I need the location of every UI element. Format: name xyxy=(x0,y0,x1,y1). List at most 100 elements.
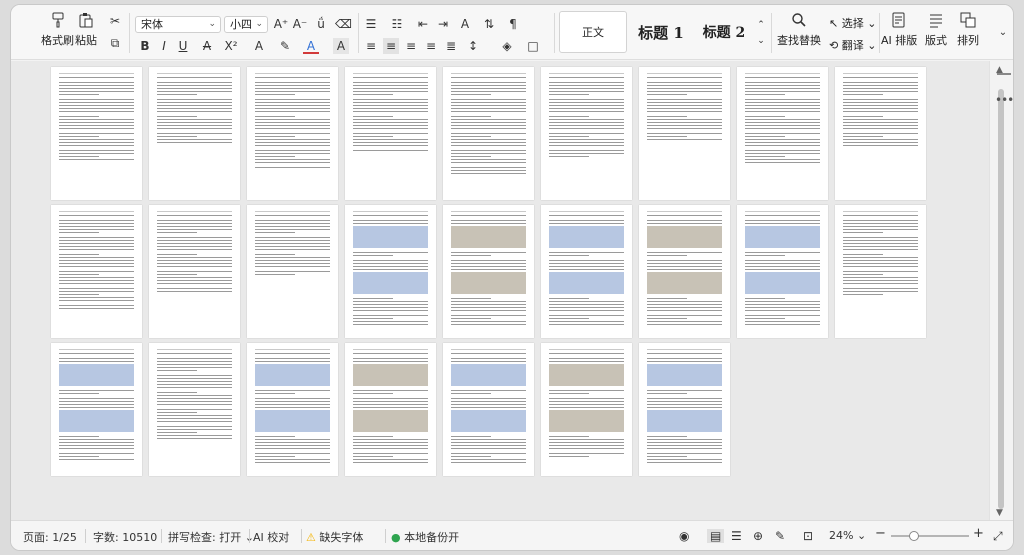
style-normal[interactable]: 正文 xyxy=(559,11,627,53)
border-icon[interactable]: □ xyxy=(525,38,541,54)
page-image xyxy=(255,364,330,386)
fit-page-icon[interactable]: ⊡ xyxy=(803,529,813,543)
page-thumbnail[interactable] xyxy=(345,343,436,476)
page-thumbnail[interactable] xyxy=(247,205,338,338)
style-scroll-down-icon[interactable]: ⌄ xyxy=(753,33,769,49)
spell-check-toggle[interactable]: 拼写检查: 打开 ⌄ xyxy=(168,529,254,545)
scroll-down-icon[interactable]: ▼ xyxy=(996,508,1003,518)
page-thumbnail[interactable] xyxy=(737,205,828,338)
increase-indent-icon[interactable]: ⇥ xyxy=(435,16,451,32)
copy-icon[interactable]: ⧉ xyxy=(107,35,123,51)
ai-layout-button[interactable]: AI 排版 xyxy=(881,11,917,48)
ribbon-more-icon[interactable]: ⌄ xyxy=(995,25,1011,41)
page-thumbnail[interactable] xyxy=(835,205,926,338)
ai-layout-icon xyxy=(890,11,908,29)
paste-button[interactable]: 粘贴 xyxy=(75,11,97,48)
zoom-level[interactable]: 24% ⌄ xyxy=(829,529,866,542)
style-heading-2[interactable]: 标题 2 xyxy=(695,11,753,53)
zoom-in-icon[interactable]: + xyxy=(973,526,984,541)
vertical-scrollbar[interactable]: ▲ ▼ xyxy=(989,61,1013,522)
sort-icon[interactable]: ⇅ xyxy=(481,16,497,32)
minimize-panel-icon[interactable] xyxy=(997,73,1011,75)
page-thumbnail[interactable] xyxy=(51,205,142,338)
scrollbar-thumb[interactable] xyxy=(998,89,1004,509)
font-color-icon[interactable]: A xyxy=(303,38,319,54)
shrink-font-icon[interactable]: A⁻ xyxy=(292,16,308,32)
page-thumbnail[interactable] xyxy=(639,205,730,338)
cut-icon[interactable]: ✂ xyxy=(107,13,123,29)
style-scroll-up-icon[interactable]: ⌃ xyxy=(753,17,769,33)
page-thumbnail[interactable] xyxy=(639,67,730,200)
page-indicator[interactable]: 页面: 1/25 xyxy=(23,529,77,545)
arrange-button[interactable]: 排列 xyxy=(957,11,979,48)
zoom-slider[interactable] xyxy=(891,531,969,541)
numbered-list-icon[interactable]: ☷ xyxy=(389,16,405,32)
align-right-icon[interactable]: ≡ xyxy=(403,38,419,54)
layout-label: 版式 xyxy=(925,34,947,47)
page-thumbnail[interactable] xyxy=(51,67,142,200)
align-center-icon[interactable]: ≡ xyxy=(383,38,399,54)
zoom-out-icon[interactable]: − xyxy=(875,526,886,541)
page-thumbnail[interactable] xyxy=(247,343,338,476)
underline-icon[interactable]: U xyxy=(175,38,191,54)
fullscreen-icon[interactable]: ⤢ xyxy=(993,529,1003,544)
clear-format-icon[interactable]: ⌫ xyxy=(335,16,352,32)
page-image xyxy=(745,226,820,248)
outline-view-icon[interactable]: ☰ xyxy=(731,529,742,543)
strikethrough-icon[interactable]: A xyxy=(199,38,215,54)
write-view-icon[interactable]: ✎ xyxy=(775,529,785,543)
page-thumbnail[interactable] xyxy=(345,67,436,200)
text-direction-icon[interactable]: A xyxy=(457,16,473,32)
page-thumbnail[interactable] xyxy=(737,67,828,200)
distributed-icon[interactable]: ≣ xyxy=(443,38,459,54)
web-view-icon[interactable]: ⊕ xyxy=(753,529,763,543)
page-thumbnail[interactable] xyxy=(639,343,730,476)
highlight-icon[interactable]: ✎ xyxy=(277,38,293,54)
text-effect-icon[interactable]: A xyxy=(251,38,267,54)
page-thumbnail[interactable] xyxy=(541,343,632,476)
decrease-indent-icon[interactable]: ⇤ xyxy=(415,16,431,32)
page-thumbnail[interactable] xyxy=(149,343,240,476)
bold-icon[interactable]: B xyxy=(137,38,153,54)
page-view-icon[interactable]: ▤ xyxy=(707,529,725,543)
page-thumbnail[interactable] xyxy=(51,343,142,476)
page-thumbnail[interactable] xyxy=(149,205,240,338)
ai-proof-button[interactable]: AI 校对 xyxy=(253,529,289,545)
eye-protection-icon[interactable]: ◉ xyxy=(679,529,689,543)
show-marks-icon[interactable]: ¶ xyxy=(505,16,521,32)
line-spacing-icon[interactable]: ↕ xyxy=(465,38,481,54)
local-backup-button[interactable]: ● 本地备份开 xyxy=(391,529,459,545)
page-thumbnail[interactable] xyxy=(443,343,534,476)
font-name-select[interactable]: 宋体 ⌄ xyxy=(135,16,221,33)
justify-icon[interactable]: ≡ xyxy=(423,38,439,54)
layout-button[interactable]: 版式 xyxy=(925,11,947,48)
find-replace-button[interactable]: 查找替换 xyxy=(777,11,821,48)
style-heading-1[interactable]: 标题 1 xyxy=(628,11,694,53)
superscript-icon[interactable]: X² xyxy=(223,38,239,54)
missing-fonts-button[interactable]: ⚠ 缺失字体 xyxy=(306,529,363,545)
page-thumbnail[interactable] xyxy=(541,205,632,338)
page-thumbnail[interactable] xyxy=(443,205,534,338)
char-shading-icon[interactable]: A xyxy=(333,38,349,54)
page-thumbnail[interactable] xyxy=(247,67,338,200)
italic-icon[interactable]: I xyxy=(156,38,172,54)
document-canvas[interactable] xyxy=(11,61,991,522)
more-options-icon[interactable]: ••• xyxy=(995,93,1013,107)
zoom-slider-knob[interactable] xyxy=(909,531,919,541)
format-painter-button[interactable]: 格式刷 xyxy=(41,11,74,48)
word-count[interactable]: 字数: 10510 xyxy=(93,529,157,545)
grow-font-icon[interactable]: A⁺ xyxy=(273,16,289,32)
bullet-list-icon[interactable]: ☰ xyxy=(363,16,379,32)
page-thumbnail[interactable] xyxy=(835,67,926,200)
translate-button[interactable]: ⟲ 翻译 ⌄ xyxy=(829,37,876,53)
select-button[interactable]: ↖ 选择 ⌄ xyxy=(829,15,876,31)
align-left-icon[interactable]: ≡ xyxy=(363,38,379,54)
page-thumbnail[interactable] xyxy=(443,67,534,200)
phonetic-guide-icon[interactable]: ǘ xyxy=(313,16,329,32)
page-thumbnail[interactable] xyxy=(149,67,240,200)
page-image xyxy=(451,364,526,386)
font-size-select[interactable]: 小四 ⌄ xyxy=(224,16,268,33)
page-thumbnail[interactable] xyxy=(345,205,436,338)
shading-icon[interactable]: ◈ xyxy=(499,38,515,54)
page-thumbnail[interactable] xyxy=(541,67,632,200)
